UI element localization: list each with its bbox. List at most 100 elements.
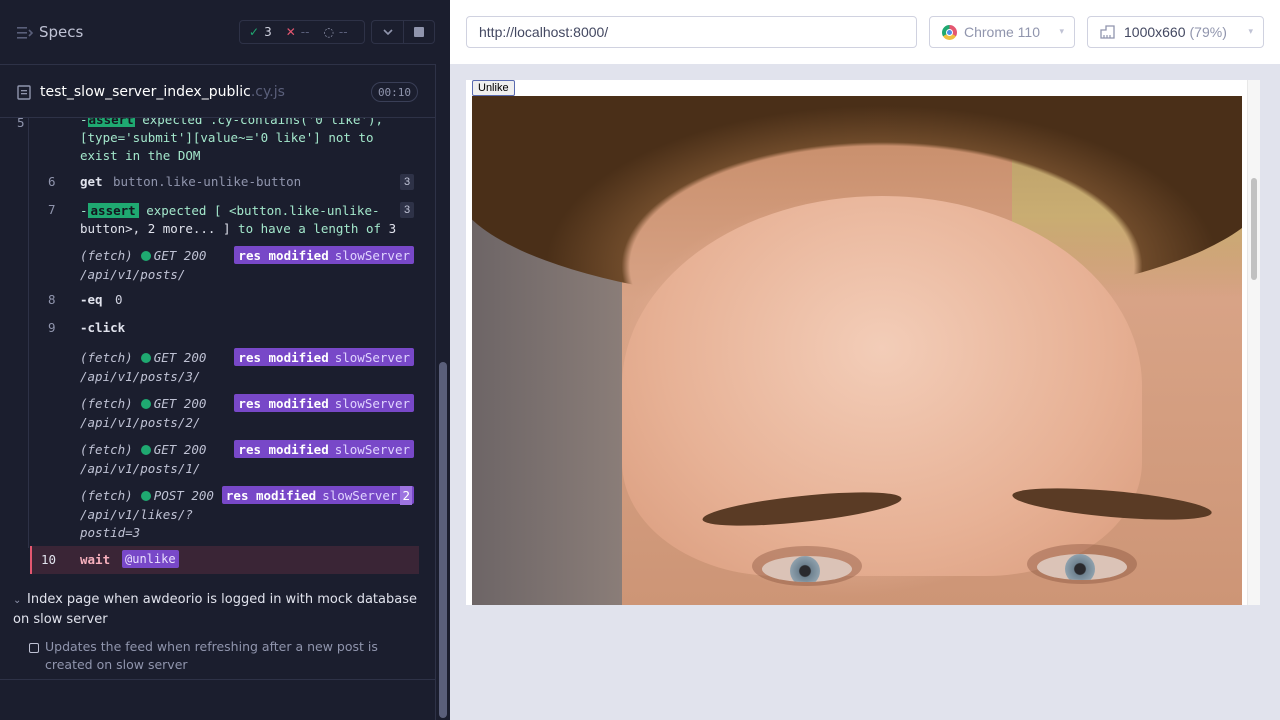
spec-file-ext: .cy.js bbox=[250, 84, 285, 100]
stop-run-button[interactable] bbox=[403, 20, 435, 44]
element-count-badge: 3 bbox=[400, 174, 414, 190]
divider bbox=[0, 679, 435, 680]
photo-eye bbox=[762, 556, 852, 582]
failed-count: -- bbox=[300, 25, 310, 39]
specs-title[interactable]: Specs bbox=[39, 23, 83, 41]
aut-scrollbar-track bbox=[1247, 80, 1260, 605]
fetch-url-query: postid=3 bbox=[80, 525, 141, 540]
fetch-label: (fetch) GET 200 bbox=[80, 248, 207, 263]
spec-header: test_slow_server_index_public.cy.js 00:1… bbox=[0, 64, 435, 118]
status-dot-icon bbox=[140, 251, 151, 261]
command-list: 5 -assert expected .cy-contains('0 like'… bbox=[0, 118, 435, 718]
suite-title[interactable]: ⌄ Index page when awdeorio is logged in w… bbox=[13, 590, 423, 629]
pending-count: -- bbox=[338, 25, 348, 39]
viewport-info[interactable]: 1000x660 (79%) ▾ bbox=[1087, 16, 1264, 48]
viewport-size: 1000x660 bbox=[1124, 24, 1186, 40]
command-line: exist in the DOM bbox=[80, 148, 201, 163]
fetch-log-post-3[interactable]: (fetch) GET 200 /api/v1/posts/3/ res modi… bbox=[30, 348, 420, 386]
command-get[interactable]: get button.like-unlike-button 3 bbox=[30, 174, 420, 194]
command-line: button>, 2 more... ] to have a length of… bbox=[80, 220, 400, 238]
test-title[interactable]: Updates the feed when refreshing after a… bbox=[45, 638, 415, 674]
chevron-down-icon: ▾ bbox=[1248, 26, 1253, 36]
chevron-down-icon: ⌄ bbox=[13, 595, 22, 606]
status-dot-icon bbox=[140, 399, 151, 409]
browser-selector[interactable]: Chrome 110 ▾ bbox=[929, 16, 1075, 48]
command-message: button.like-unlike-button bbox=[113, 174, 302, 189]
viewport-scale: (79%) bbox=[1189, 24, 1227, 40]
command-eq[interactable]: -eq 0 bbox=[30, 292, 420, 312]
fetch-log-likes[interactable]: (fetch) POST 200 /api/v1/likes/? postid=3… bbox=[30, 485, 420, 542]
cross-icon: ✕ bbox=[285, 25, 296, 39]
chevron-down-icon bbox=[382, 29, 393, 35]
document-icon bbox=[17, 85, 31, 100]
stop-icon bbox=[414, 27, 424, 37]
photo-iris bbox=[790, 556, 820, 582]
command-number: 10 bbox=[41, 552, 57, 567]
command-wait-active[interactable]: 10 wait @unlike bbox=[30, 546, 419, 574]
test-stats: ✓ 3 ✕ -- ◌ -- bbox=[239, 20, 365, 44]
fetch-label: (fetch) POST 200 bbox=[80, 488, 214, 503]
command-log-panel: Specs ✓ 3 ✕ -- ◌ -- test_slow_server_ind… bbox=[0, 0, 450, 720]
command-message: 3 bbox=[388, 221, 397, 236]
assert-pill: assert bbox=[87, 203, 139, 218]
command-message: 0 bbox=[115, 292, 123, 307]
failed-stat: ✕ -- bbox=[286, 25, 310, 39]
command-name: -eq bbox=[80, 292, 103, 307]
wait-alias-pill: @unlike bbox=[122, 550, 179, 568]
command-click[interactable]: -click bbox=[30, 320, 420, 340]
chevron-down-icon: ▾ bbox=[1059, 26, 1064, 36]
specs-list-icon[interactable] bbox=[17, 26, 33, 40]
route-alias-pill: res modified slowServer bbox=[234, 440, 414, 458]
url-bar[interactable]: http://localhost:8000/ bbox=[466, 16, 917, 48]
photo-eye bbox=[1037, 554, 1127, 580]
post-image[interactable] bbox=[472, 96, 1242, 605]
suite-title-text: Index page when awdeorio is logged in wi… bbox=[13, 592, 417, 627]
browser-label: Chrome 110 bbox=[964, 24, 1041, 40]
route-alias-pill: res modified slowServer bbox=[234, 348, 414, 366]
status-dot-icon bbox=[140, 445, 151, 455]
reporter-header: Specs ✓ 3 ✕ -- ◌ -- bbox=[0, 0, 435, 64]
command-message: to have a length of bbox=[238, 221, 382, 236]
command-assert-not-exist[interactable]: -assert expected .cy-contains('0 like'),… bbox=[80, 118, 410, 165]
spec-file-name[interactable]: test_slow_server_index_public.cy.js bbox=[40, 84, 285, 100]
status-dot-icon bbox=[140, 353, 151, 363]
unlike-button[interactable]: Unlike bbox=[472, 80, 515, 96]
command-name: wait bbox=[80, 552, 111, 567]
fetch-log-posts[interactable]: (fetch) GET 200 /api/v1/posts/ res modifi… bbox=[30, 246, 420, 284]
command-number: 5 bbox=[17, 118, 25, 130]
fetch-label: (fetch) GET 200 bbox=[80, 396, 207, 411]
command-line: [type='submit'][value~='0 like'] not to bbox=[80, 130, 374, 145]
status-dot-icon bbox=[140, 491, 151, 501]
fetch-url: /api/v1/posts/ bbox=[80, 267, 186, 282]
command-name: get bbox=[80, 174, 103, 189]
passed-stat: ✓ 3 bbox=[249, 25, 272, 39]
chrome-icon bbox=[942, 24, 957, 40]
spec-duration: 00:10 bbox=[371, 82, 418, 102]
pending-spinner-icon: ◌ bbox=[323, 25, 334, 39]
command-line: - assert expected [ <button.like-unlike- bbox=[80, 203, 380, 218]
fetch-url: /api/v1/likes/? bbox=[80, 507, 193, 522]
aut-scrollbar-thumb[interactable] bbox=[1251, 178, 1257, 280]
fetch-log-post-2[interactable]: (fetch) GET 200 /api/v1/posts/2/ res modi… bbox=[30, 394, 420, 432]
aut-header: http://localhost:8000/ Chrome 110 ▾ 1000… bbox=[450, 0, 1280, 64]
command-name: -click bbox=[80, 320, 126, 335]
fetch-url: /api/v1/posts/3/ bbox=[80, 369, 201, 384]
request-count-badge: 2 bbox=[400, 485, 412, 505]
route-alias-pill: res modified slowServer bbox=[234, 394, 414, 412]
command-line: -assert expected .cy-contains('0 like'), bbox=[80, 118, 410, 129]
fetch-label: (fetch) GET 200 bbox=[80, 442, 207, 457]
route-alias-pill: res modified slowServer 2 bbox=[221, 485, 414, 505]
route-alias-pill: res modified slowServer bbox=[234, 246, 414, 264]
command-message: button>, 2 more... ] bbox=[80, 221, 231, 236]
fetch-log-post-1[interactable]: (fetch) GET 200 /api/v1/posts/1/ res modi… bbox=[30, 440, 420, 478]
command-list-rule bbox=[28, 118, 29, 548]
reporter-scrollbar-thumb[interactable] bbox=[439, 362, 447, 718]
fetch-url: /api/v1/posts/2/ bbox=[80, 415, 201, 430]
toggle-auto-scroll-button[interactable] bbox=[371, 20, 403, 44]
command-assert-length[interactable]: - assert expected [ <button.like-unlike- … bbox=[30, 202, 420, 242]
photo-iris bbox=[1065, 554, 1095, 580]
spec-file-base: test_slow_server_index_public bbox=[40, 84, 251, 100]
element-count-badge: 3 bbox=[400, 202, 414, 218]
fetch-label: (fetch) GET 200 bbox=[80, 350, 207, 365]
ruler-icon bbox=[1100, 25, 1115, 39]
